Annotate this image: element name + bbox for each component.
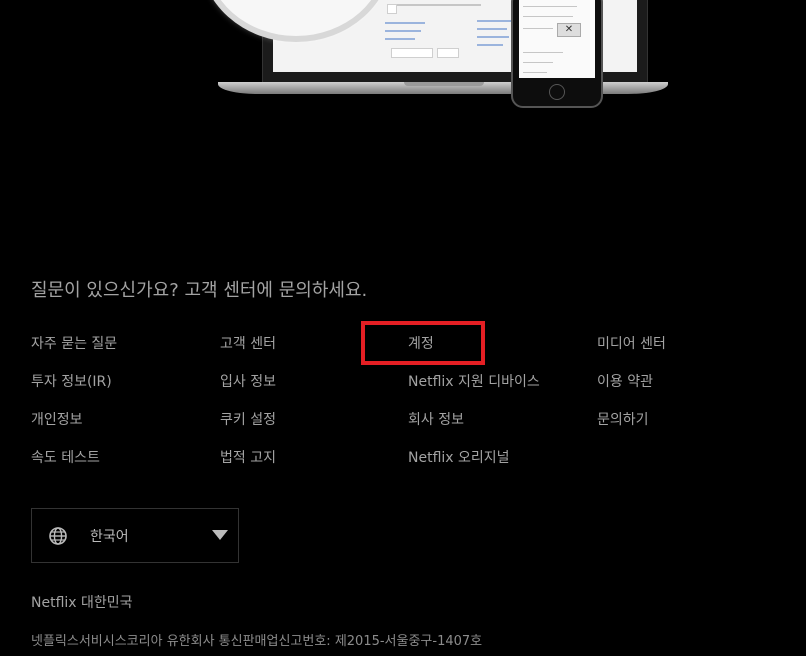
contact-questions-text[interactable]: 질문이 있으신가요? 고객 센터에 문의하세요. [31,276,367,302]
account-link-highlight [361,321,485,365]
footer-link-netflix-originals[interactable]: Netflix 오리지널 [408,449,540,487]
footer-link-cookie-preferences[interactable]: 쿠키 설정 [220,411,276,449]
footer-link-legal-notices[interactable]: 법적 고지 [220,449,276,487]
legal-business-registration: 넷플릭스서비시스코리아 유한회사 통신판매업신고번호: 제2015-서울중구-1… [31,634,483,649]
phone-screen [519,0,595,78]
phone-home-button [549,84,565,100]
footer-link-jobs[interactable]: 입사 정보 [220,373,276,411]
footer-link-help-center[interactable]: 고객 센터 [220,335,276,373]
devices-illustration: ✕ [0,0,806,110]
country-label: Netflix 대한민국 [31,595,133,611]
footer-link-column-4: 미디어 센터 이용 약관 문의하기 [597,335,666,449]
globe-icon [48,526,68,546]
language-select-value: 한국어 [90,528,129,545]
footer-link-corporate-info[interactable]: 회사 정보 [408,411,540,449]
footer-link-speed-test[interactable]: 속도 테스트 [31,449,117,487]
laptop-notch [404,82,484,86]
phone-graphic: ✕ [511,0,603,108]
footer-link-privacy[interactable]: 개인정보 [31,411,117,449]
footer-link-investor-relations[interactable]: 투자 정보(IR) [31,373,117,411]
footer-link-faq[interactable]: 자주 묻는 질문 [31,335,117,373]
footer-link-media-center[interactable]: 미디어 센터 [597,335,666,373]
footer-link-terms-of-use[interactable]: 이용 약관 [597,373,666,411]
caret-down-icon [212,530,228,540]
close-icon: ✕ [557,23,581,37]
footer-link-column-1: 자주 묻는 질문 투자 정보(IR) 개인정보 속도 테스트 [31,335,117,487]
footer-link-column-2: 고객 센터 입사 정보 쿠키 설정 법적 고지 [220,335,276,487]
footer-link-supported-devices[interactable]: Netflix 지원 디바이스 [408,373,540,411]
language-select[interactable]: 한국어 [31,508,239,563]
footer-link-contact-us[interactable]: 문의하기 [597,411,666,449]
